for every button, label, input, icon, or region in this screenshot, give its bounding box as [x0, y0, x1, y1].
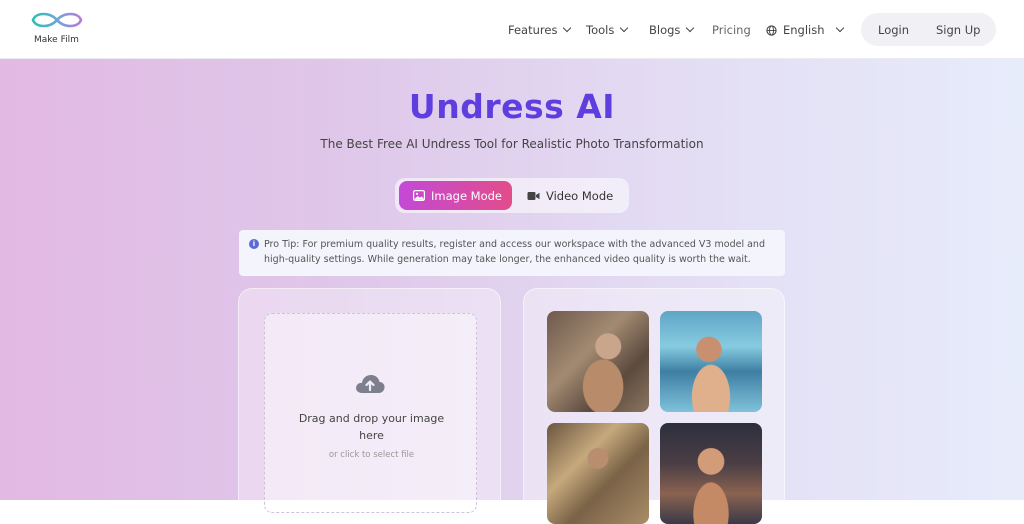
- sample-image-4[interactable]: [660, 423, 762, 524]
- language-label: English: [783, 23, 825, 37]
- info-icon: i: [249, 239, 259, 249]
- page-title: Undress AI: [408, 87, 616, 126]
- nav-blogs-label: Blogs: [649, 23, 681, 37]
- nav-tools[interactable]: Tools: [586, 20, 629, 40]
- signup-button[interactable]: Sign Up: [936, 23, 980, 37]
- pro-tip-banner: i Pro Tip: For premium quality results, …: [239, 230, 785, 276]
- page-subtitle: The Best Free AI Undress Tool for Realis…: [320, 137, 704, 151]
- language-selector[interactable]: English: [766, 20, 844, 40]
- nav-features[interactable]: Features: [508, 20, 572, 40]
- dropzone-subtitle: or click to select file: [328, 450, 415, 460]
- login-button[interactable]: Login: [878, 23, 909, 37]
- nav-pricing-label: Pricing: [712, 23, 751, 37]
- video-camera-icon: [527, 191, 540, 200]
- sample-image-1[interactable]: [547, 311, 649, 412]
- logo-text: Make Film: [34, 35, 79, 45]
- pro-tip-text: Pro Tip: For premium quality results, re…: [264, 239, 765, 265]
- nav-features-label: Features: [508, 23, 558, 37]
- nav-pricing[interactable]: Pricing: [712, 20, 751, 40]
- cloud-upload-icon: [356, 375, 385, 393]
- sample-gallery: [523, 288, 785, 524]
- nav-tools-label: Tools: [586, 23, 615, 37]
- video-mode-button[interactable]: Video Mode: [525, 181, 625, 210]
- chevron-down-icon: [620, 23, 629, 33]
- upload-card: Drag and drop your image here or click t…: [238, 288, 501, 518]
- image-dropzone[interactable]: Drag and drop your image here or click t…: [264, 313, 477, 513]
- hero-section: Undress AI The Best Free AI Undress Tool…: [0, 59, 1024, 524]
- chevron-down-icon: [563, 23, 572, 33]
- sample-image-3[interactable]: [547, 423, 649, 524]
- video-mode-label: Video Mode: [546, 188, 614, 203]
- top-header: Make Film Features Tools Blogs Pricing E…: [0, 0, 1024, 59]
- mode-switch: Image Mode Video Mode: [395, 178, 629, 213]
- chevron-down-icon: [835, 23, 844, 33]
- make-film-logo[interactable]: Make Film: [26, 9, 88, 49]
- infinity-logo-icon: [31, 12, 83, 28]
- image-mode-button[interactable]: Image Mode: [399, 181, 512, 210]
- sample-image-2[interactable]: [660, 311, 762, 412]
- globe-icon: [766, 24, 777, 36]
- nav-blogs[interactable]: Blogs: [649, 20, 695, 40]
- dropzone-title: Drag and drop your image here: [298, 412, 445, 442]
- image-icon: [413, 190, 425, 201]
- chevron-down-icon: [686, 23, 695, 33]
- image-mode-label: Image Mode: [431, 188, 503, 203]
- auth-group: Login Sign Up: [861, 13, 996, 46]
